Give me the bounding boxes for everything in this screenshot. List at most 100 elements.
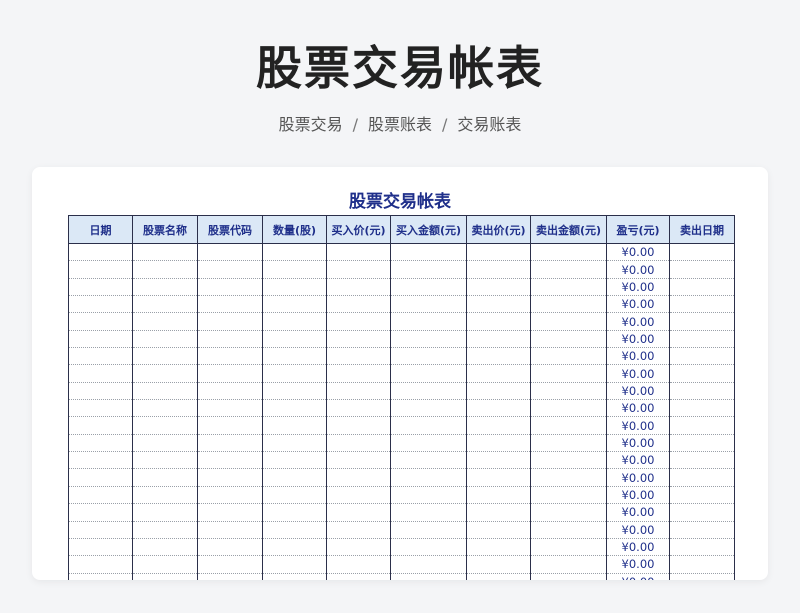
table-cell[interactable] <box>197 278 263 297</box>
table-cell[interactable] <box>132 434 198 453</box>
table-cell[interactable] <box>68 347 133 366</box>
table-cell[interactable] <box>132 555 198 574</box>
table-cell[interactable] <box>466 555 531 574</box>
table-cell[interactable] <box>262 451 327 470</box>
table-cell[interactable] <box>326 451 391 470</box>
table-cell[interactable] <box>326 573 391 580</box>
table-cell[interactable] <box>669 521 735 539</box>
table-cell[interactable] <box>390 486 467 505</box>
table-cell[interactable] <box>466 312 531 331</box>
table-cell[interactable] <box>530 503 607 522</box>
table-cell[interactable] <box>68 573 133 580</box>
table-cell[interactable] <box>68 434 133 453</box>
table-cell[interactable] <box>530 260 607 279</box>
table-cell[interactable] <box>262 347 327 366</box>
table-cell[interactable] <box>326 521 391 539</box>
table-cell[interactable] <box>197 295 263 314</box>
table-cell[interactable] <box>197 451 263 470</box>
table-cell[interactable] <box>530 312 607 331</box>
table-cell[interactable] <box>530 468 607 487</box>
table-cell[interactable] <box>262 382 327 401</box>
table-cell[interactable] <box>669 399 735 418</box>
table-cell[interactable] <box>390 451 467 470</box>
table-cell[interactable] <box>326 416 391 435</box>
profit-cell[interactable]: ¥0.00 <box>606 451 670 470</box>
table-cell[interactable] <box>669 295 735 314</box>
table-cell[interactable] <box>326 330 391 349</box>
table-cell[interactable] <box>530 278 607 297</box>
table-cell[interactable] <box>669 503 735 522</box>
profit-cell[interactable]: ¥0.00 <box>606 330 670 349</box>
table-cell[interactable] <box>262 538 327 557</box>
profit-cell[interactable]: ¥0.00 <box>606 555 670 574</box>
table-cell[interactable] <box>262 295 327 314</box>
table-cell[interactable] <box>262 399 327 418</box>
table-cell[interactable] <box>197 486 263 505</box>
table-cell[interactable] <box>390 555 467 574</box>
table-cell[interactable] <box>197 364 263 383</box>
table-cell[interactable] <box>68 295 133 314</box>
table-cell[interactable] <box>390 243 467 262</box>
table-cell[interactable] <box>466 434 531 453</box>
table-cell[interactable] <box>466 347 531 366</box>
table-cell[interactable] <box>530 434 607 453</box>
table-cell[interactable] <box>68 312 133 331</box>
table-cell[interactable] <box>197 573 263 580</box>
table-cell[interactable] <box>68 382 133 401</box>
table-cell[interactable] <box>466 330 531 349</box>
table-cell[interactable] <box>530 382 607 401</box>
table-cell[interactable] <box>262 260 327 279</box>
breadcrumb-item[interactable]: 交易账表 <box>457 115 521 134</box>
table-cell[interactable] <box>262 521 327 539</box>
table-cell[interactable] <box>132 416 198 435</box>
table-cell[interactable] <box>132 503 198 522</box>
table-cell[interactable] <box>68 538 133 557</box>
table-cell[interactable] <box>197 468 263 487</box>
table-cell[interactable] <box>669 486 735 505</box>
profit-cell[interactable]: ¥0.00 <box>606 347 670 366</box>
table-cell[interactable] <box>132 243 198 262</box>
table-cell[interactable] <box>669 278 735 297</box>
table-cell[interactable] <box>132 382 198 401</box>
table-cell[interactable] <box>326 503 391 522</box>
table-cell[interactable] <box>262 243 327 262</box>
profit-cell[interactable]: ¥0.00 <box>606 538 670 557</box>
table-cell[interactable] <box>262 503 327 522</box>
table-cell[interactable] <box>68 416 133 435</box>
breadcrumb-item[interactable]: 股票账表 <box>368 115 432 134</box>
table-cell[interactable] <box>669 330 735 349</box>
profit-cell[interactable]: ¥0.00 <box>606 364 670 383</box>
table-cell[interactable] <box>669 555 735 574</box>
table-cell[interactable] <box>669 364 735 383</box>
table-cell[interactable] <box>68 468 133 487</box>
table-cell[interactable] <box>530 538 607 557</box>
table-cell[interactable] <box>530 573 607 580</box>
table-cell[interactable] <box>197 330 263 349</box>
table-cell[interactable] <box>197 243 263 262</box>
table-cell[interactable] <box>326 278 391 297</box>
table-cell[interactable] <box>466 451 531 470</box>
table-cell[interactable] <box>530 295 607 314</box>
table-cell[interactable] <box>132 295 198 314</box>
table-cell[interactable] <box>390 416 467 435</box>
table-cell[interactable] <box>466 260 531 279</box>
profit-cell[interactable]: ¥0.00 <box>606 278 670 297</box>
profit-cell[interactable]: ¥0.00 <box>606 468 670 487</box>
table-cell[interactable] <box>530 521 607 539</box>
table-cell[interactable] <box>132 573 198 580</box>
table-cell[interactable] <box>669 382 735 401</box>
table-cell[interactable] <box>132 364 198 383</box>
table-cell[interactable] <box>530 399 607 418</box>
table-cell[interactable] <box>466 364 531 383</box>
table-cell[interactable] <box>326 260 391 279</box>
table-cell[interactable] <box>390 468 467 487</box>
table-cell[interactable] <box>390 521 467 539</box>
profit-cell[interactable]: ¥0.00 <box>606 573 670 580</box>
table-cell[interactable] <box>132 538 198 557</box>
table-cell[interactable] <box>669 243 735 262</box>
table-cell[interactable] <box>390 434 467 453</box>
table-cell[interactable] <box>132 486 198 505</box>
table-cell[interactable] <box>326 468 391 487</box>
table-cell[interactable] <box>197 503 263 522</box>
table-cell[interactable] <box>68 521 133 539</box>
